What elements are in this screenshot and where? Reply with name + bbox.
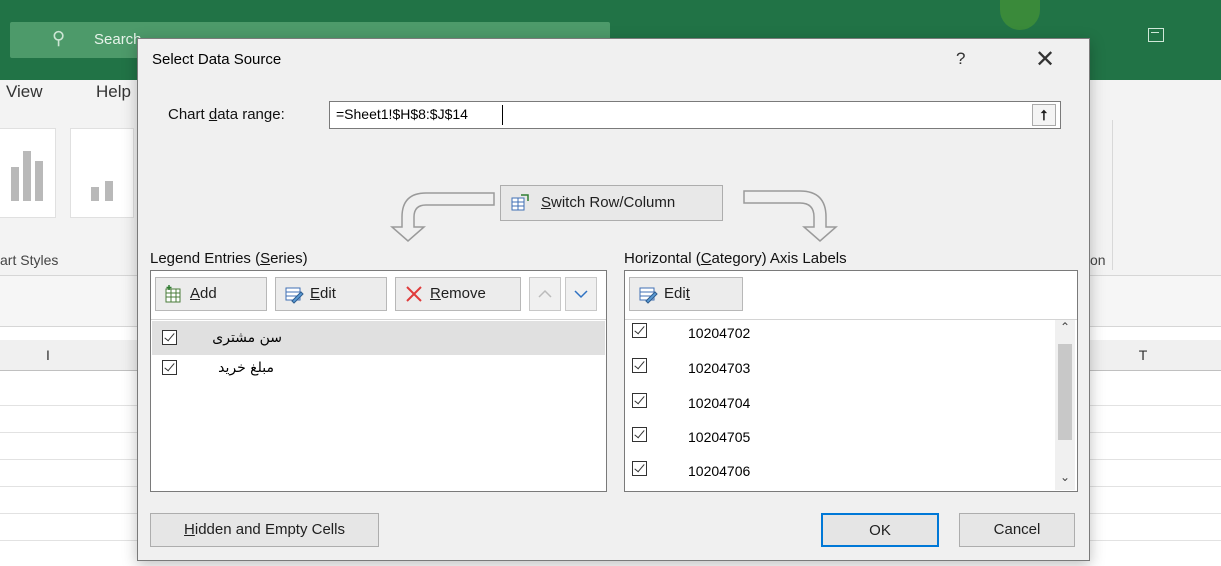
axis-label-value: 10204704 — [688, 395, 751, 411]
column-header[interactable] — [96, 340, 138, 371]
scroll-up-icon[interactable]: ⌃ — [1055, 320, 1075, 340]
scrollbar-thumb[interactable] — [1058, 344, 1072, 440]
series-checkbox[interactable] — [162, 360, 177, 375]
ok-button[interactable]: OK — [821, 513, 939, 547]
axis-toolbar: Edit — [625, 271, 1077, 320]
dialog-title: Select Data Source — [152, 51, 282, 68]
cancel-button[interactable]: Cancel — [959, 513, 1075, 547]
axis-label-item[interactable]: 10204704 — [626, 389, 1054, 423]
column-header[interactable]: T — [1090, 340, 1197, 371]
ribbon-divider — [1112, 120, 1113, 270]
text-caret — [502, 105, 503, 125]
data-range-label: Chart data range: — [168, 106, 285, 123]
series-list-item[interactable]: سن مشتری — [152, 321, 605, 355]
axis-label-value: 10204703 — [688, 360, 751, 376]
chevron-up-icon — [538, 289, 552, 298]
ribbon-group-label: on — [1090, 252, 1106, 268]
move-up-button[interactable] — [529, 277, 561, 311]
edit-table-icon — [639, 287, 658, 304]
data-range-input[interactable]: =Sheet1!$H$8:$J$14 — [329, 101, 1061, 129]
axis-label-checkbox[interactable] — [632, 461, 647, 476]
close-icon[interactable]: ✕ — [1035, 45, 1055, 74]
select-data-source-dialog: Select Data Source ? ✕ Chart data range:… — [137, 38, 1090, 561]
user-avatar[interactable] — [1000, 0, 1040, 30]
axis-labels-label: Horizontal (Category) Axis Labels — [624, 250, 847, 267]
axis-label-checkbox[interactable] — [632, 393, 647, 408]
axis-label-value: 10204702 — [688, 325, 751, 341]
tab-view[interactable]: View — [6, 82, 43, 102]
remove-x-icon — [406, 286, 422, 302]
data-range-value: =Sheet1!$H$8:$J$14 — [336, 106, 468, 122]
switch-row-column-icon — [511, 194, 529, 211]
collapse-dialog-button[interactable]: ⭡ — [1032, 104, 1056, 126]
edit-series-button[interactable]: Edit — [275, 277, 387, 311]
axis-label-value: 10204705 — [688, 429, 751, 445]
chevron-down-icon — [574, 290, 588, 299]
axis-label-checkbox[interactable] — [632, 358, 647, 373]
column-header[interactable]: I — [0, 340, 97, 371]
tab-help[interactable]: Help — [96, 82, 131, 102]
move-down-button[interactable] — [565, 277, 597, 311]
add-series-button[interactable]: Add — [155, 277, 267, 311]
column-header[interactable] — [1196, 340, 1221, 371]
search-icon: ⚲ — [52, 28, 66, 48]
add-table-icon — [165, 285, 181, 303]
chart-style-thumbnail[interactable] — [70, 128, 134, 218]
help-button[interactable]: ? — [956, 49, 965, 69]
axis-label-item[interactable]: 10204702 — [626, 319, 1054, 353]
edit-table-icon — [285, 287, 304, 304]
curved-arrow-left-icon — [390, 192, 495, 242]
axis-labels-panel: Edit 10204702 10204703 10204704 10204705… — [624, 270, 1078, 492]
chart-style-thumbnail[interactable] — [0, 128, 56, 218]
curved-arrow-right-icon — [743, 190, 838, 242]
series-checkbox[interactable] — [162, 330, 177, 345]
legend-entries-label: Legend Entries (Series) — [150, 250, 308, 267]
axis-label-item[interactable]: 10204706 — [626, 457, 1054, 491]
axis-label-checkbox[interactable] — [632, 323, 647, 338]
hidden-empty-cells-button[interactable]: Hidden and Empty Cells — [150, 513, 379, 547]
switch-row-column-button[interactable]: Switch Row/Column — [500, 185, 723, 221]
series-name: مبلغ خرید — [218, 360, 274, 376]
series-list-item[interactable]: مبلغ خرید — [152, 355, 605, 389]
remove-series-button[interactable]: Remove — [395, 277, 521, 311]
axis-labels-scrollbar[interactable]: ⌃ ⌄ — [1055, 320, 1075, 490]
scroll-down-icon[interactable]: ⌄ — [1055, 470, 1075, 490]
axis-label-item[interactable]: 10204705 — [626, 423, 1054, 457]
axis-label-value: 10204706 — [688, 463, 751, 479]
ribbon-display-icon[interactable] — [1148, 28, 1164, 42]
legend-toolbar: Add Edit Remove — [151, 271, 606, 320]
series-name: سن مشتری — [212, 330, 282, 346]
search-placeholder: Search — [94, 31, 142, 48]
chart-styles-group-label: art Styles — [0, 252, 59, 268]
edit-axis-labels-button[interactable]: Edit — [629, 277, 743, 311]
legend-entries-panel: Add Edit Remove سن مشتری مبلغ خرید — [150, 270, 607, 492]
axis-label-item[interactable]: 10204703 — [626, 354, 1054, 388]
axis-label-checkbox[interactable] — [632, 427, 647, 442]
